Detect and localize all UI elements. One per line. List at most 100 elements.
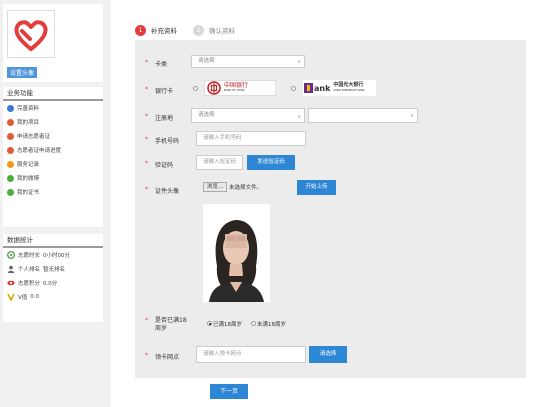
person-icon bbox=[7, 265, 15, 273]
sidebar-menu-item[interactable]: 志愿者证申请进度 bbox=[3, 143, 103, 157]
verify-code-input[interactable]: 请输入验证码 bbox=[196, 155, 243, 170]
stat-value: 0.0分 bbox=[43, 281, 58, 287]
no-file-text: 未选择文件。 bbox=[229, 185, 263, 191]
sidebar-menu-label: 志愿者证申请进度 bbox=[17, 148, 62, 154]
age-radio-minor[interactable] bbox=[251, 321, 256, 326]
stat-item: V值 0.0 bbox=[3, 290, 103, 304]
province-select[interactable]: 请选择 ∨ bbox=[191, 108, 305, 123]
card-type-value: 请选择 bbox=[198, 58, 215, 64]
id-card-icon bbox=[7, 132, 14, 140]
stats-section: 数据统计 志愿时长 0小时00分 个人排名 暂无排名 志愿积分 0.0分 V值 0.0 bbox=[3, 234, 103, 322]
stats-list: 志愿时长 0小时00分 个人排名 暂无排名 志愿积分 0.0分 V值 0.0 bbox=[3, 248, 103, 304]
required-mark: * bbox=[145, 352, 148, 359]
sidebar-menu-item[interactable]: 服务记录 bbox=[3, 157, 103, 171]
stat-item: 个人排名 暂无排名 bbox=[3, 262, 103, 276]
clock-icon bbox=[7, 251, 15, 259]
pickup-select-button[interactable]: 请选择 bbox=[309, 346, 347, 363]
sidebar-menu-item[interactable]: 申请志愿者证 bbox=[3, 129, 103, 143]
bank-radio-ceb[interactable] bbox=[291, 86, 296, 91]
stat-label: V值 bbox=[18, 295, 28, 301]
v-icon bbox=[7, 293, 15, 301]
step-2-label: 确认资料 bbox=[209, 27, 235, 35]
registration-label: 注册地 bbox=[155, 115, 174, 122]
record-icon bbox=[7, 160, 14, 168]
required-mark: * bbox=[145, 136, 148, 143]
step-indicator: 1 补充资料 2 确认资料 bbox=[135, 22, 251, 38]
verify-code-placeholder: 请输入验证码 bbox=[203, 159, 237, 165]
pickup-label: 领卡网点 bbox=[155, 354, 180, 361]
main-content: 1 补充资料 2 确认资料 * 卡类 请选择 ∨ * 银行卡 中国银行 BANK… bbox=[111, 0, 550, 407]
pickup-placeholder: 请输入领卡网点 bbox=[203, 351, 242, 357]
sidebar-menu-item[interactable]: 我的项目 bbox=[3, 115, 103, 129]
required-mark: * bbox=[145, 317, 148, 324]
stat-label: 志愿积分 bbox=[18, 281, 41, 287]
chevron-down-icon: ∨ bbox=[297, 114, 301, 120]
edit-icon bbox=[7, 104, 14, 112]
ceb-subname: CHINA EVERBRIGHT BANK bbox=[333, 89, 365, 92]
bank-of-china-logo[interactable]: 中国银行 BANK OF CHINA bbox=[204, 80, 276, 96]
bank-card-label: 银行卡 bbox=[155, 88, 174, 95]
stat-label: 志愿时长 bbox=[18, 253, 41, 259]
stat-value: 0小时00分 bbox=[43, 253, 71, 259]
phone-input[interactable]: 请输入手机号码 bbox=[196, 131, 306, 146]
portrait-photo bbox=[203, 204, 270, 302]
required-mark: * bbox=[145, 113, 148, 120]
pickup-input[interactable]: 请输入领卡网点 bbox=[196, 346, 306, 363]
sidebar-menu-label: 完善资料 bbox=[17, 106, 40, 112]
bank-radio-boc[interactable] bbox=[193, 86, 198, 91]
sidebar-menu-label: 服务记录 bbox=[17, 162, 40, 168]
ceb-logo-text: ank bbox=[314, 83, 331, 93]
stat-value: 暂无排名 bbox=[43, 267, 66, 273]
form-panel: * 卡类 请选择 ∨ * 银行卡 中国银行 BANK OF CHINA ank … bbox=[135, 40, 526, 378]
sidebar-menu-label: 我的项目 bbox=[17, 120, 40, 126]
sidebar-menu-label: 我的微博 bbox=[17, 176, 40, 182]
verify-code-label: 验证码 bbox=[155, 162, 174, 169]
heart-logo-icon bbox=[14, 20, 48, 51]
stat-value: 0.0 bbox=[30, 294, 40, 300]
profile-card: 设置头像 bbox=[3, 4, 103, 82]
sidebar-menu-label: 申请志愿者证 bbox=[17, 134, 51, 140]
browse-button[interactable]: 浏览... bbox=[203, 182, 228, 192]
chevron-down-icon: ∨ bbox=[410, 113, 414, 119]
chevron-down-icon: ∨ bbox=[297, 59, 301, 65]
required-mark: * bbox=[145, 186, 148, 193]
avatar bbox=[7, 10, 55, 58]
send-code-button[interactable]: 发送验证码 bbox=[247, 155, 295, 170]
project-icon bbox=[7, 118, 14, 126]
step-1-number: 1 bbox=[135, 24, 146, 36]
age-option-adult: 已满18周岁 bbox=[213, 322, 242, 328]
phone-label: 手机号码 bbox=[155, 138, 180, 145]
sidebar-menu-item[interactable]: 我的微博 bbox=[3, 171, 103, 185]
next-page-button[interactable]: 下一页 bbox=[210, 384, 248, 399]
card-type-select[interactable]: 请选择 ∨ bbox=[191, 55, 305, 68]
certificate-icon bbox=[7, 188, 14, 196]
required-mark: * bbox=[145, 86, 148, 93]
required-mark: * bbox=[145, 59, 148, 66]
everbright-bank-logo[interactable]: ank 中国光大银行 CHINA EVERBRIGHT BANK bbox=[303, 80, 376, 96]
sidebar-menu-item[interactable]: 我的证书 bbox=[3, 185, 103, 199]
sidebar: 设置头像 业务功能 完善资料我的项目申请志愿者证志愿者证申请进度 服务记录我的微博… bbox=[0, 0, 106, 407]
step-2-number: 2 bbox=[193, 24, 204, 36]
id-photo-label: 证件头像 bbox=[155, 188, 180, 195]
business-title: 业务功能 bbox=[3, 87, 103, 101]
id-photo-preview bbox=[203, 204, 270, 302]
stat-label: 个人排名 bbox=[18, 267, 41, 273]
province-value: 请选择 bbox=[198, 112, 215, 118]
business-menu: 完善资料我的项目申请志愿者证志愿者证申请进度 服务记录我的微博我的证书 bbox=[3, 101, 103, 199]
age-option-minor: 未满18周岁 bbox=[257, 322, 286, 328]
set-avatar-button[interactable]: 设置头像 bbox=[7, 67, 38, 78]
city-select[interactable]: ∨ bbox=[308, 108, 418, 123]
age-radio-adult[interactable] bbox=[207, 321, 212, 326]
business-section: 业务功能 完善资料我的项目申请志愿者证志愿者证申请进度 服务记录我的微博我的证书 bbox=[3, 87, 103, 227]
upload-button[interactable]: 开始上传 bbox=[297, 180, 336, 195]
weibo-icon bbox=[7, 174, 14, 182]
step-1-label: 补充资料 bbox=[151, 27, 177, 35]
progress-icon bbox=[7, 146, 14, 154]
sidebar-menu-item[interactable]: 完善资料 bbox=[3, 101, 103, 115]
sidebar-menu-label: 我的证书 bbox=[17, 190, 40, 196]
stat-item: 志愿时长 0小时00分 bbox=[3, 248, 103, 262]
stats-title: 数据统计 bbox=[3, 234, 103, 248]
everbright-bank-icon bbox=[304, 83, 313, 93]
card-type-label: 卡类 bbox=[155, 61, 168, 68]
bank-of-china-icon bbox=[207, 81, 221, 95]
